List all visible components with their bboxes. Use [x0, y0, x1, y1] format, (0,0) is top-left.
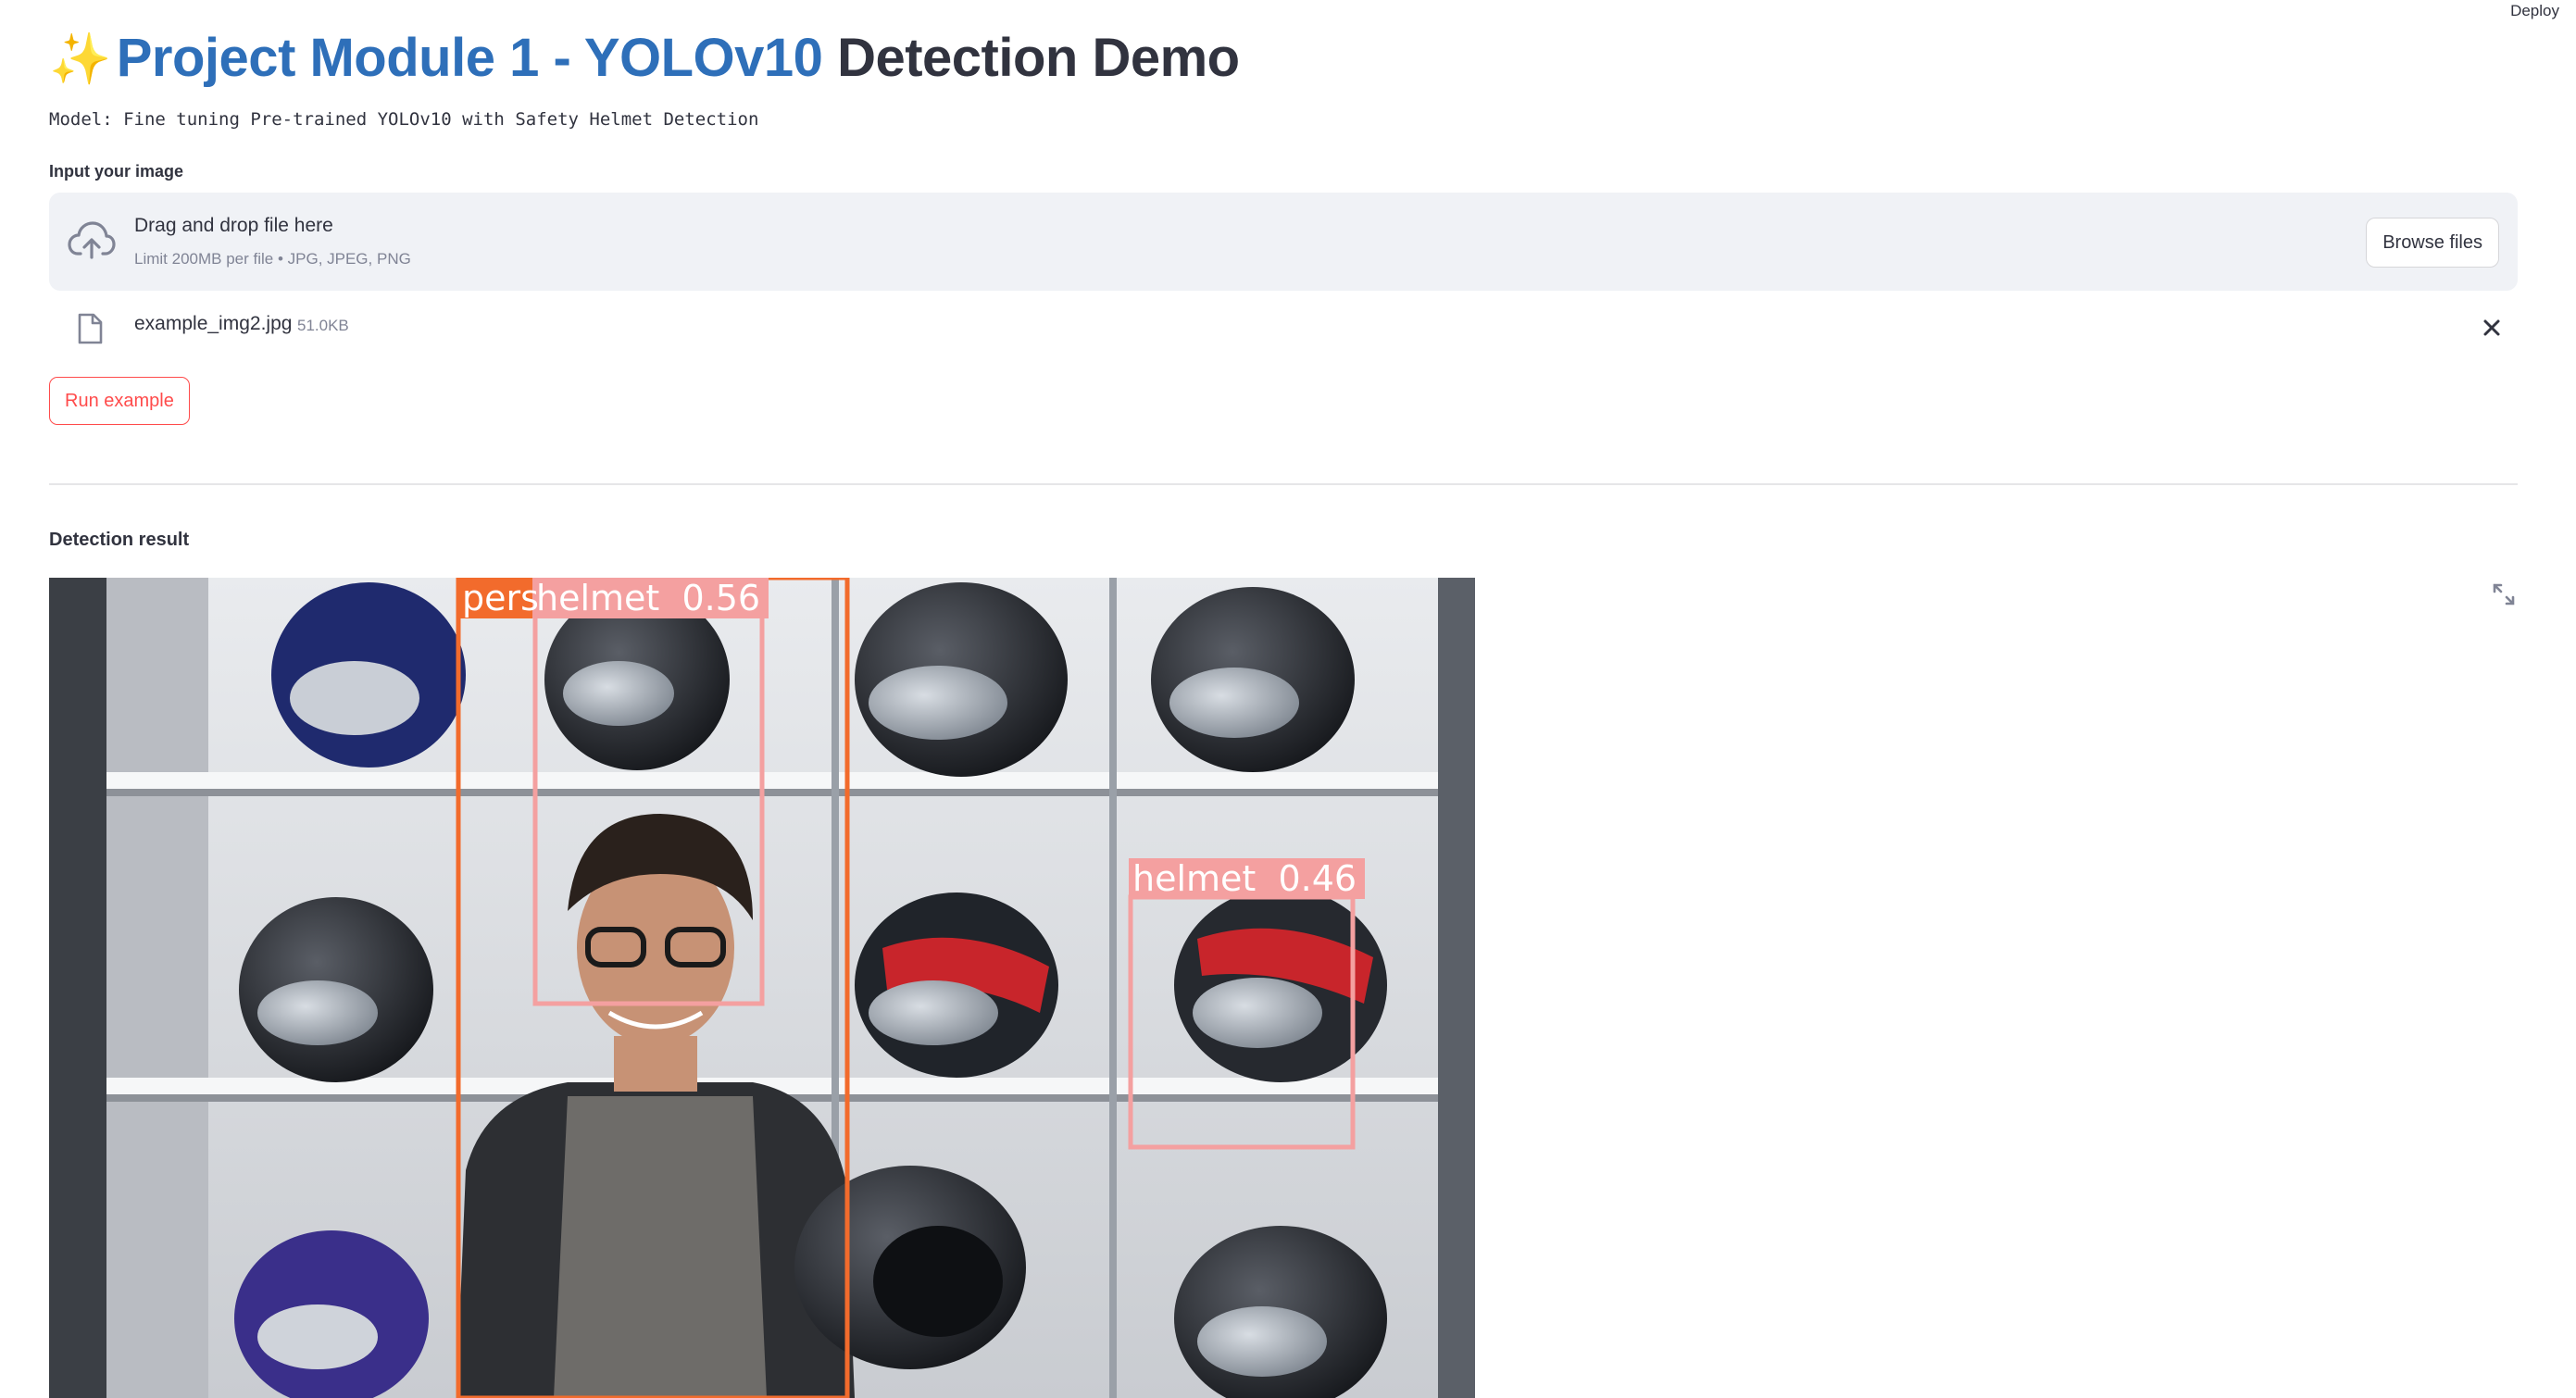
- page-title-rest: Detection Demo: [822, 28, 1240, 88]
- detection-label-helmet-2: helmet 0.46: [1132, 858, 1357, 899]
- close-icon[interactable]: [2475, 311, 2508, 344]
- dropzone-instructions: Drag and drop file here: [134, 215, 333, 236]
- file-dropzone[interactable]: Drag and drop file here Limit 200MB per …: [49, 193, 2518, 291]
- detection-result-image: pers helmet 0.56 helmet 0.46: [49, 578, 1475, 1398]
- browse-files-button[interactable]: Browse files: [2366, 218, 2499, 268]
- page-title: ✨ Project Module 1 - YOLOv10 Detection De…: [49, 23, 1240, 94]
- model-description: Model: Fine tuning Pre-trained YOLOv10 w…: [49, 109, 759, 130]
- detection-label-helmet-1: helmet 0.56: [536, 578, 760, 618]
- fullscreen-expand-icon[interactable]: [2491, 581, 2517, 607]
- uploaded-file-size: 51.0KB: [297, 317, 349, 334]
- dropzone-limit-text: Limit 200MB per file • JPG, JPEG, PNG: [134, 250, 411, 268]
- uploaded-file-item: example_img2.jpg 51.0KB: [49, 306, 2518, 352]
- deploy-button[interactable]: Deploy: [2507, 0, 2563, 22]
- file-icon: [78, 313, 103, 344]
- cloud-upload-icon: [68, 221, 116, 259]
- detection-label-person: pers: [462, 578, 539, 618]
- result-heading: Detection result: [49, 530, 190, 550]
- detection-photo: pers helmet 0.56 helmet 0.46: [49, 578, 1475, 1398]
- run-example-button[interactable]: Run example: [49, 377, 190, 425]
- sparkles-icon: ✨: [49, 31, 111, 87]
- uploader-label: Input your image: [49, 162, 184, 181]
- divider: [49, 483, 2518, 485]
- page-title-highlight: Project Module 1 - YOLOv10: [116, 28, 823, 88]
- uploaded-file-name: example_img2.jpg: [134, 313, 293, 334]
